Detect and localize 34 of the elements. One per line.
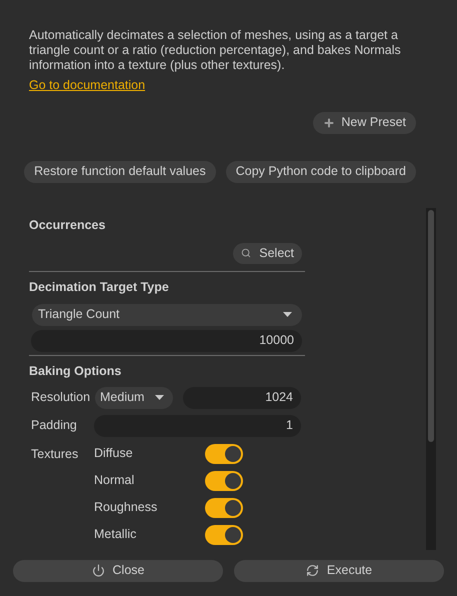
texture-label: Diffuse <box>94 445 134 462</box>
section-heading: Occurrences <box>29 218 106 233</box>
action-button[interactable]: Restore function default values <box>24 160 216 183</box>
documentation-link[interactable]: Go to documentation <box>29 78 146 93</box>
field-label: Padding <box>31 417 78 434</box>
input-field[interactable]: 1 <box>94 414 301 437</box>
dropdown[interactable]: Medium <box>95 386 173 409</box>
dropdown[interactable]: Triangle Count <box>32 304 302 326</box>
section-heading: Baking Options <box>29 364 122 379</box>
toggle-switch[interactable] <box>205 498 243 518</box>
power-icon <box>92 564 105 578</box>
field-label: Resolution <box>31 389 91 406</box>
caret-icon <box>155 395 164 400</box>
refresh-icon <box>306 564 319 578</box>
plus-icon <box>323 116 336 129</box>
select-button[interactable]: Select <box>233 242 302 264</box>
input-field[interactable]: 1024 <box>183 386 301 409</box>
toggle-switch[interactable] <box>205 524 243 545</box>
search-icon <box>241 248 252 258</box>
caret-icon <box>283 312 292 318</box>
action-button[interactable]: Copy Python code to clipboard <box>226 160 416 183</box>
description-text: Automatically decimates a selection of meshes, using as a target a triangle count or a ratio (reduction percentage), and bakes Normals information into a texture (plus other textures). <box>29 28 402 73</box>
texture-label: Roughness <box>94 499 158 516</box>
new-preset-button[interactable]: New Preset <box>313 112 416 134</box>
section-heading: Decimation Target Type <box>29 280 170 295</box>
toggle-switch[interactable] <box>205 444 243 464</box>
scrollbar-thumb[interactable] <box>428 210 434 442</box>
toggle-switch[interactable] <box>205 470 243 491</box>
input-field[interactable]: 10000 <box>31 330 302 352</box>
close-button[interactable]: Close <box>13 560 223 582</box>
texture-label: Metallic <box>94 526 138 544</box>
field-label: Textures <box>31 446 80 463</box>
execute-button[interactable]: Execute <box>234 560 444 582</box>
texture-label: Normal <box>94 472 136 490</box>
